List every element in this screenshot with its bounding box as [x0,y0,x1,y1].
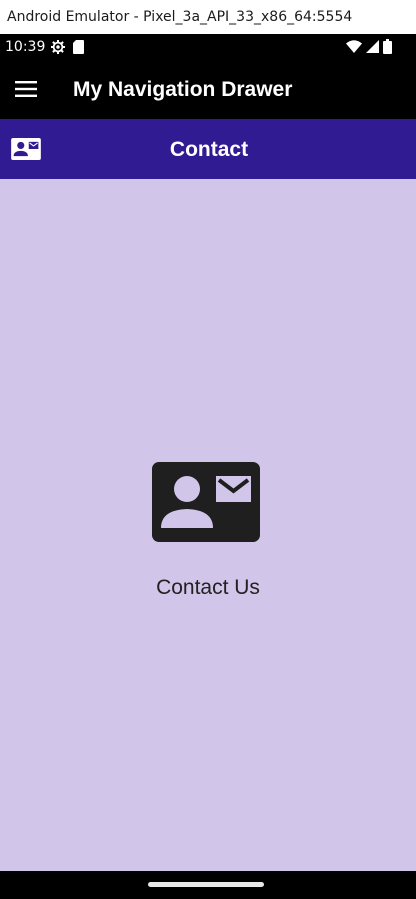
status-time: 10:39 [5,38,46,55]
app-bar: My Navigation Drawer [0,59,416,119]
system-nav-bar [0,871,416,899]
wifi-icon [346,40,362,53]
sd-card-icon [73,39,85,54]
section-title: Contact [169,138,249,161]
settings-icon [51,39,66,54]
hamburger-menu-icon[interactable] [0,59,52,119]
home-gesture-handle[interactable] [148,882,264,887]
status-bar: 10:39 [0,34,416,59]
battery-icon [383,39,392,54]
status-right-icons [346,34,392,59]
status-left-icons [51,39,85,54]
section-header: Contact [0,119,416,179]
contact-us-label: Contact Us [156,576,260,599]
contact-card-icon [152,461,260,543]
signal-icon [366,40,379,53]
content-area: Contact Us [0,179,416,871]
app-title: My Navigation Drawer [73,78,293,101]
emulator-window-title: Android Emulator - Pixel_3a_API_33_x86_6… [0,0,416,34]
